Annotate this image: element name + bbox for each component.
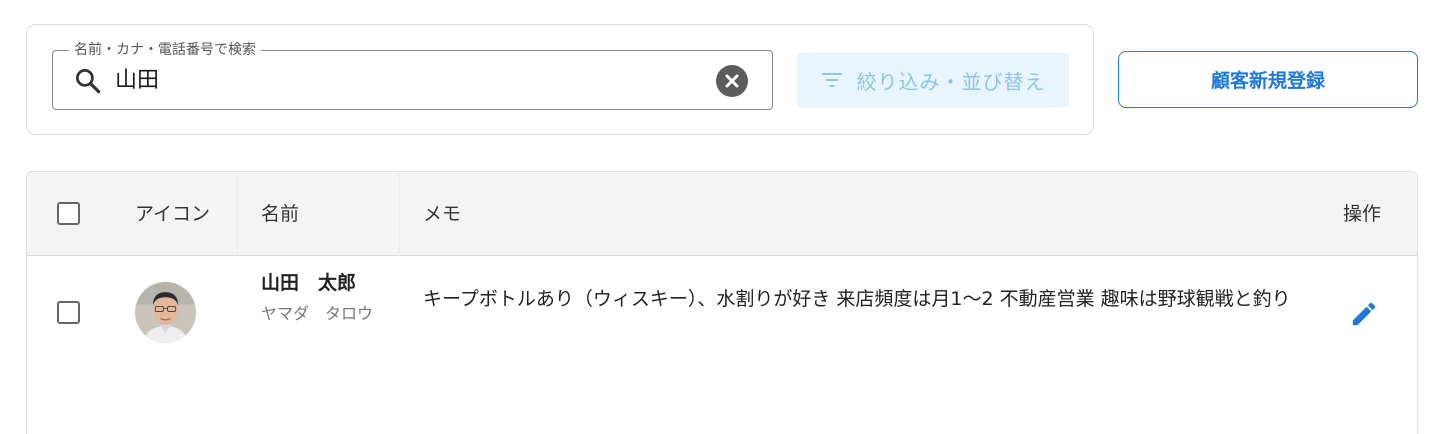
row-checkbox[interactable] [57,301,80,324]
new-customer-button[interactable]: 顧客新規登録 [1118,51,1418,108]
column-divider [399,172,400,256]
search-input[interactable]: 山田 [115,67,159,95]
clear-icon[interactable] [716,65,748,97]
table-header: アイコン 名前 メモ 操作 [27,172,1417,256]
customer-kana: ヤマダ タロウ [261,304,374,323]
search-label: 名前・カナ・電話番号で検索 [69,41,261,59]
column-header-memo[interactable]: メモ [423,202,461,226]
customer-table: アイコン 名前 メモ 操作 山田 太郎 ヤマダ タロウ キープボトルあり（ウィス… [26,171,1418,434]
select-all-checkbox[interactable] [57,202,80,225]
filter-sort-button[interactable]: 絞り込み・並び替え [797,53,1069,107]
edit-icon[interactable] [1349,299,1379,329]
column-header-icon[interactable]: アイコン [135,202,210,226]
column-header-actions: 操作 [1343,203,1382,225]
customer-name: 山田 太郎 [261,272,357,294]
customer-memo: キープボトルあり（ウィスキー）、水割りが好き 来店頻度は月1〜2 不動産営業 趣… [423,288,1291,310]
filter-sort-label: 絞り込み・並び替え [856,69,1046,94]
new-customer-label: 顧客新規登録 [1210,70,1325,92]
search-panel: 名前・カナ・電話番号で検索 山田 絞り込み・並び替え [26,24,1094,135]
column-header-name[interactable]: 名前 [261,202,299,226]
search-icon [76,69,101,94]
column-divider [237,172,238,256]
filter-icon [821,73,842,87]
avatar [135,282,196,343]
search-field[interactable]: 名前・カナ・電話番号で検索 山田 [52,41,773,110]
